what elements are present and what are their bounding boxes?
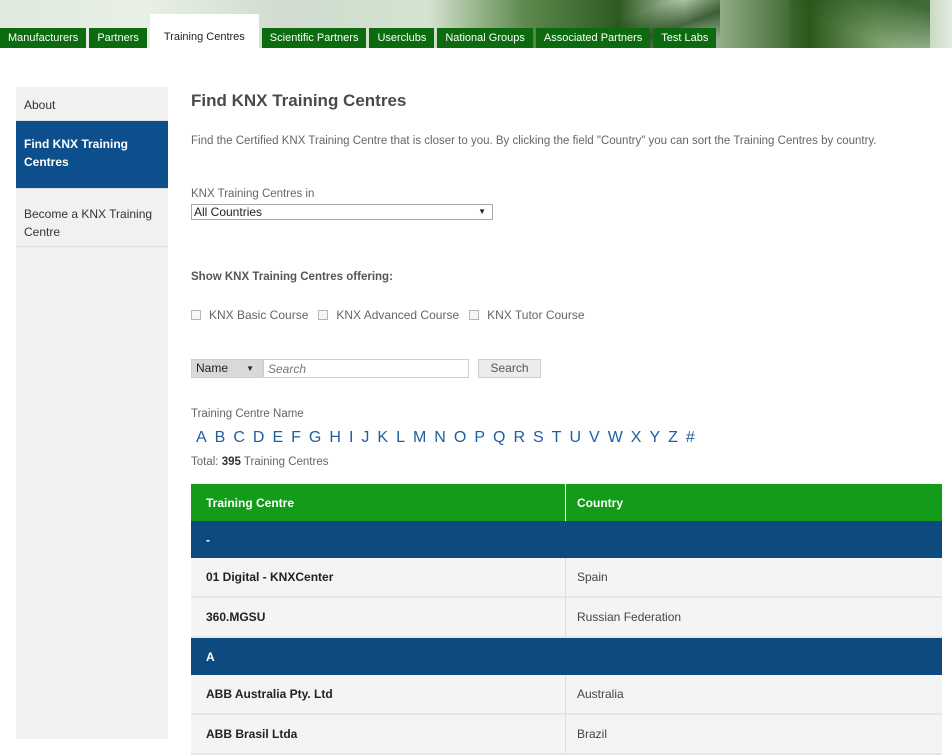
tab-training-centres[interactable]: Training Centres bbox=[149, 14, 259, 48]
offering-title: Show KNX Training Centres offering: bbox=[191, 271, 393, 283]
training-centre-name[interactable]: 360.MGSU bbox=[191, 598, 566, 636]
letter-link[interactable]: D bbox=[253, 429, 265, 447]
country-select-value: All Countries bbox=[194, 205, 263, 219]
letter-link[interactable]: N bbox=[434, 429, 446, 447]
country-select[interactable]: All Countries ▼ bbox=[191, 204, 493, 220]
intro-text: Find the Certified KNX Training Centre t… bbox=[191, 135, 877, 147]
advanced-course-checkbox[interactable] bbox=[318, 310, 329, 320]
letter-link[interactable]: I bbox=[349, 429, 353, 447]
search-bar: Name ▼ Search bbox=[191, 359, 541, 378]
letter-link[interactable]: L bbox=[396, 429, 405, 447]
group-label: A bbox=[206, 649, 215, 664]
column-header-country[interactable]: Country bbox=[566, 484, 942, 521]
training-centre-country: Brazil bbox=[577, 727, 608, 741]
letter-link[interactable]: Q bbox=[493, 429, 505, 447]
basic-course-label: KNX Basic Course bbox=[209, 308, 309, 322]
tab-scientific-partners[interactable]: Scientific Partners bbox=[261, 28, 367, 48]
tab-test-labs[interactable]: Test Labs bbox=[653, 28, 717, 48]
training-centre-name[interactable]: ABB Australia Pty. Ltd bbox=[191, 675, 566, 713]
course-option-basic[interactable]: KNX Basic Course bbox=[191, 308, 308, 322]
sidebar-item-become-training-centre[interactable]: Become a KNX Training Centre bbox=[16, 189, 168, 247]
basic-course-checkbox[interactable] bbox=[191, 310, 201, 320]
letter-link[interactable]: O bbox=[454, 429, 466, 447]
sidebar-item-find-training-centres[interactable]: Find KNX Training Centres bbox=[16, 121, 168, 189]
letter-link[interactable]: T bbox=[552, 429, 562, 447]
search-input[interactable] bbox=[263, 359, 469, 378]
letter-link[interactable]: # bbox=[686, 429, 695, 447]
search-button[interactable]: Search bbox=[478, 359, 541, 378]
table-row[interactable]: ABB Australia Pty. Ltd Australia bbox=[191, 675, 942, 715]
tab-national-groups[interactable]: National Groups bbox=[437, 28, 533, 48]
total-prefix: Total: bbox=[191, 456, 219, 468]
training-centre-name[interactable]: 01 Digital - KNXCenter bbox=[191, 558, 566, 596]
advanced-course-label: KNX Advanced Course bbox=[336, 308, 460, 322]
letter-link[interactable]: M bbox=[413, 429, 426, 447]
course-option-advanced[interactable]: KNX Advanced Course bbox=[318, 308, 459, 322]
tab-userclubs[interactable]: Userclubs bbox=[369, 28, 435, 48]
table-row[interactable]: 360.MGSU Russian Federation bbox=[191, 598, 942, 638]
table-header: Training Centre Country bbox=[191, 484, 942, 521]
letter-link[interactable]: H bbox=[329, 429, 341, 447]
letter-link[interactable]: F bbox=[291, 429, 301, 447]
search-field-value: Name bbox=[196, 361, 229, 375]
dropdown-arrow-icon: ▼ bbox=[246, 364, 254, 373]
group-header: A bbox=[191, 638, 942, 675]
table-row[interactable]: ABB Brasil Ltda Brazil bbox=[191, 715, 942, 755]
training-centre-country: Australia bbox=[577, 687, 624, 701]
letter-link[interactable]: E bbox=[272, 429, 283, 447]
letter-link[interactable]: A bbox=[196, 429, 207, 447]
page-title: Find KNX Training Centres bbox=[191, 91, 407, 110]
tab-partners[interactable]: Partners bbox=[89, 28, 147, 48]
letter-link[interactable]: Z bbox=[668, 429, 678, 447]
letter-link[interactable]: P bbox=[474, 429, 485, 447]
total-number: 395 bbox=[221, 456, 241, 468]
top-tabs: Manufacturers Partners Training Centres … bbox=[0, 14, 719, 48]
letter-link[interactable]: C bbox=[233, 429, 245, 447]
tab-associated-partners[interactable]: Associated Partners bbox=[535, 28, 651, 48]
letter-link[interactable]: X bbox=[631, 429, 642, 447]
site-banner: Manufacturers Partners Training Centres … bbox=[0, 0, 952, 48]
letter-link[interactable]: Y bbox=[649, 429, 660, 447]
table-row[interactable]: 01 Digital - KNXCenter Spain bbox=[191, 558, 942, 598]
dropdown-arrow-icon: ▼ bbox=[478, 207, 486, 216]
letter-link[interactable]: S bbox=[533, 429, 544, 447]
tutor-course-label: KNX Tutor Course bbox=[487, 308, 585, 322]
letter-link[interactable]: R bbox=[513, 429, 525, 447]
country-filter-label: KNX Training Centres in bbox=[191, 188, 315, 200]
letter-link[interactable]: V bbox=[589, 429, 600, 447]
training-centre-country: Spain bbox=[577, 570, 608, 584]
letter-link[interactable]: U bbox=[569, 429, 581, 447]
total-suffix: Training Centres bbox=[243, 456, 329, 468]
group-label: - bbox=[206, 532, 210, 547]
course-filters: KNX Basic Course KNX Advanced Course KNX… bbox=[191, 308, 595, 322]
training-centre-name[interactable]: ABB Brasil Ltda bbox=[191, 715, 566, 753]
sidebar: About Find KNX Training Centres Become a… bbox=[16, 87, 168, 739]
search-field-select[interactable]: Name ▼ bbox=[191, 359, 263, 378]
letter-link[interactable]: K bbox=[377, 429, 388, 447]
letter-link[interactable]: B bbox=[215, 429, 226, 447]
banner-decoration bbox=[790, 0, 930, 48]
tab-manufacturers[interactable]: Manufacturers bbox=[0, 28, 87, 48]
group-header: - bbox=[191, 521, 942, 558]
letter-link[interactable]: J bbox=[361, 429, 369, 447]
training-centre-country: Russian Federation bbox=[577, 610, 682, 624]
sidebar-item-about[interactable]: About bbox=[16, 87, 168, 121]
letter-link[interactable]: G bbox=[309, 429, 321, 447]
course-option-tutor[interactable]: KNX Tutor Course bbox=[469, 308, 585, 322]
tutor-course-checkbox[interactable] bbox=[469, 310, 480, 320]
total-count: Total: 395 Training Centres bbox=[191, 456, 328, 468]
alphabet-index: A B C D E F G H I J K L M N O P Q R S T U V W X Y Z # bbox=[196, 429, 703, 447]
training-centres-table: Training Centre Country - 01 Digital - K… bbox=[191, 484, 942, 755]
name-index-label: Training Centre Name bbox=[191, 408, 304, 420]
column-header-training-centre[interactable]: Training Centre bbox=[191, 484, 566, 521]
letter-link[interactable]: W bbox=[608, 429, 623, 447]
